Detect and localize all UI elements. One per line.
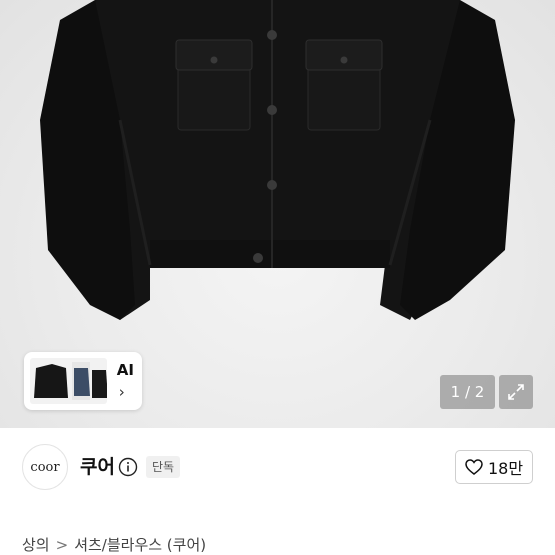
like-count: 18만 (487, 459, 524, 478)
breadcrumb-sub[interactable]: 셔츠/블라우스 (쿠어) (74, 536, 206, 554)
ai-label: AI (116, 361, 134, 379)
ai-thumbnail (30, 358, 107, 404)
ai-recommend-card[interactable]: AI › (24, 352, 142, 410)
shop-name[interactable]: 쿠어 (80, 456, 115, 478)
product-image[interactable]: AI › 1 / 2 (0, 0, 555, 428)
breadcrumb-separator: > (55, 536, 69, 554)
expand-button[interactable] (499, 375, 533, 409)
breadcrumb-top[interactable]: 상의 (22, 536, 50, 554)
shop-logo[interactable]: coor (22, 444, 68, 490)
expand-icon (508, 384, 524, 400)
heart-icon (465, 459, 483, 475)
chevron-right-icon: › (118, 383, 125, 401)
image-pager: 1 / 2 (440, 375, 495, 409)
shop-row: coor 쿠어 단독 18만 (0, 438, 555, 500)
like-button[interactable]: 18만 (455, 450, 533, 484)
exclusive-badge: 단독 (146, 456, 181, 478)
info-icon[interactable] (118, 457, 138, 477)
breadcrumb: 상의 > 셔츠/블라우스 (쿠어) (22, 536, 206, 554)
